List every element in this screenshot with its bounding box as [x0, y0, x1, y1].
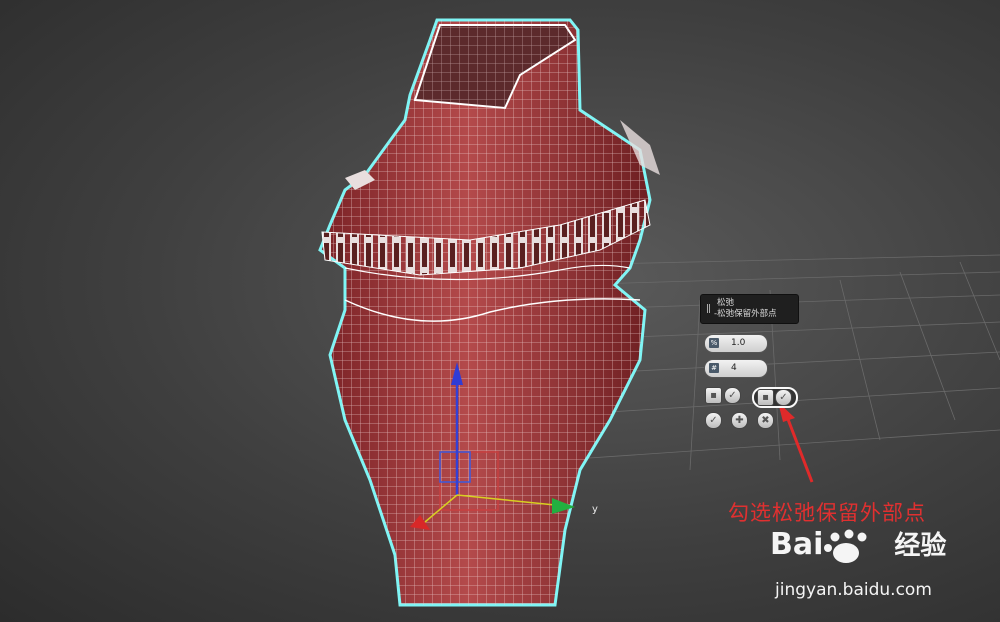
ok-icon: ✓ — [709, 415, 718, 426]
save-outer-corners-check[interactable]: ✓ — [775, 389, 792, 406]
annotation-text: 勾选松弛保留外部点 — [728, 501, 926, 525]
relax-boundary-check[interactable]: ✓ — [724, 387, 741, 404]
iterations-field[interactable]: # 4 — [704, 359, 768, 378]
save-outer-corners-toggle[interactable]: ▪ — [757, 389, 774, 406]
watermark-url: jingyan.baidu.com — [775, 580, 932, 600]
watermark-brand-left: Bai — [770, 527, 824, 562]
relax-boundary-icon: ▪ — [710, 390, 717, 401]
caddy-subtitle: -松弛保留外部点 — [714, 309, 777, 319]
caddy-title-bar[interactable]: 松弛 -松弛保留外部点 — [700, 294, 799, 324]
relax-boundary-toggle[interactable]: ▪ — [705, 387, 722, 404]
baidu-watermark: Bai 经验 — [770, 525, 946, 565]
iterations-icon: # — [709, 363, 719, 373]
check-icon: ✓ — [728, 390, 737, 401]
gizmo-y-label: y — [592, 504, 598, 515]
caddy-title: 松弛 — [717, 298, 735, 308]
amount-value: 1.0 — [731, 338, 746, 348]
save-outer-corners-toggle-group: ▪ ✓ — [752, 387, 798, 408]
amount-field[interactable]: % 1.0 — [704, 334, 768, 353]
cancel-button[interactable]: ✖ — [757, 412, 774, 429]
apply-button[interactable]: ✚ — [731, 412, 748, 429]
amount-icon: % — [709, 338, 719, 348]
watermark-brand-right: 经验 — [894, 531, 947, 561]
grip-icon[interactable] — [707, 304, 710, 313]
save-outer-corners-icon: ▪ — [762, 392, 769, 403]
iterations-value: 4 — [731, 363, 737, 373]
check-icon: ✓ — [779, 392, 788, 403]
relax-caddy: 松弛 -松弛保留外部点 % 1.0 # 4 ▪ ✓ ▪ ✓ ✓ ✚ ✖ — [700, 294, 800, 444]
ok-button[interactable]: ✓ — [705, 412, 722, 429]
apply-icon: ✚ — [735, 415, 744, 426]
cancel-icon: ✖ — [761, 415, 770, 426]
vase-mesh[interactable] — [318, 18, 660, 607]
